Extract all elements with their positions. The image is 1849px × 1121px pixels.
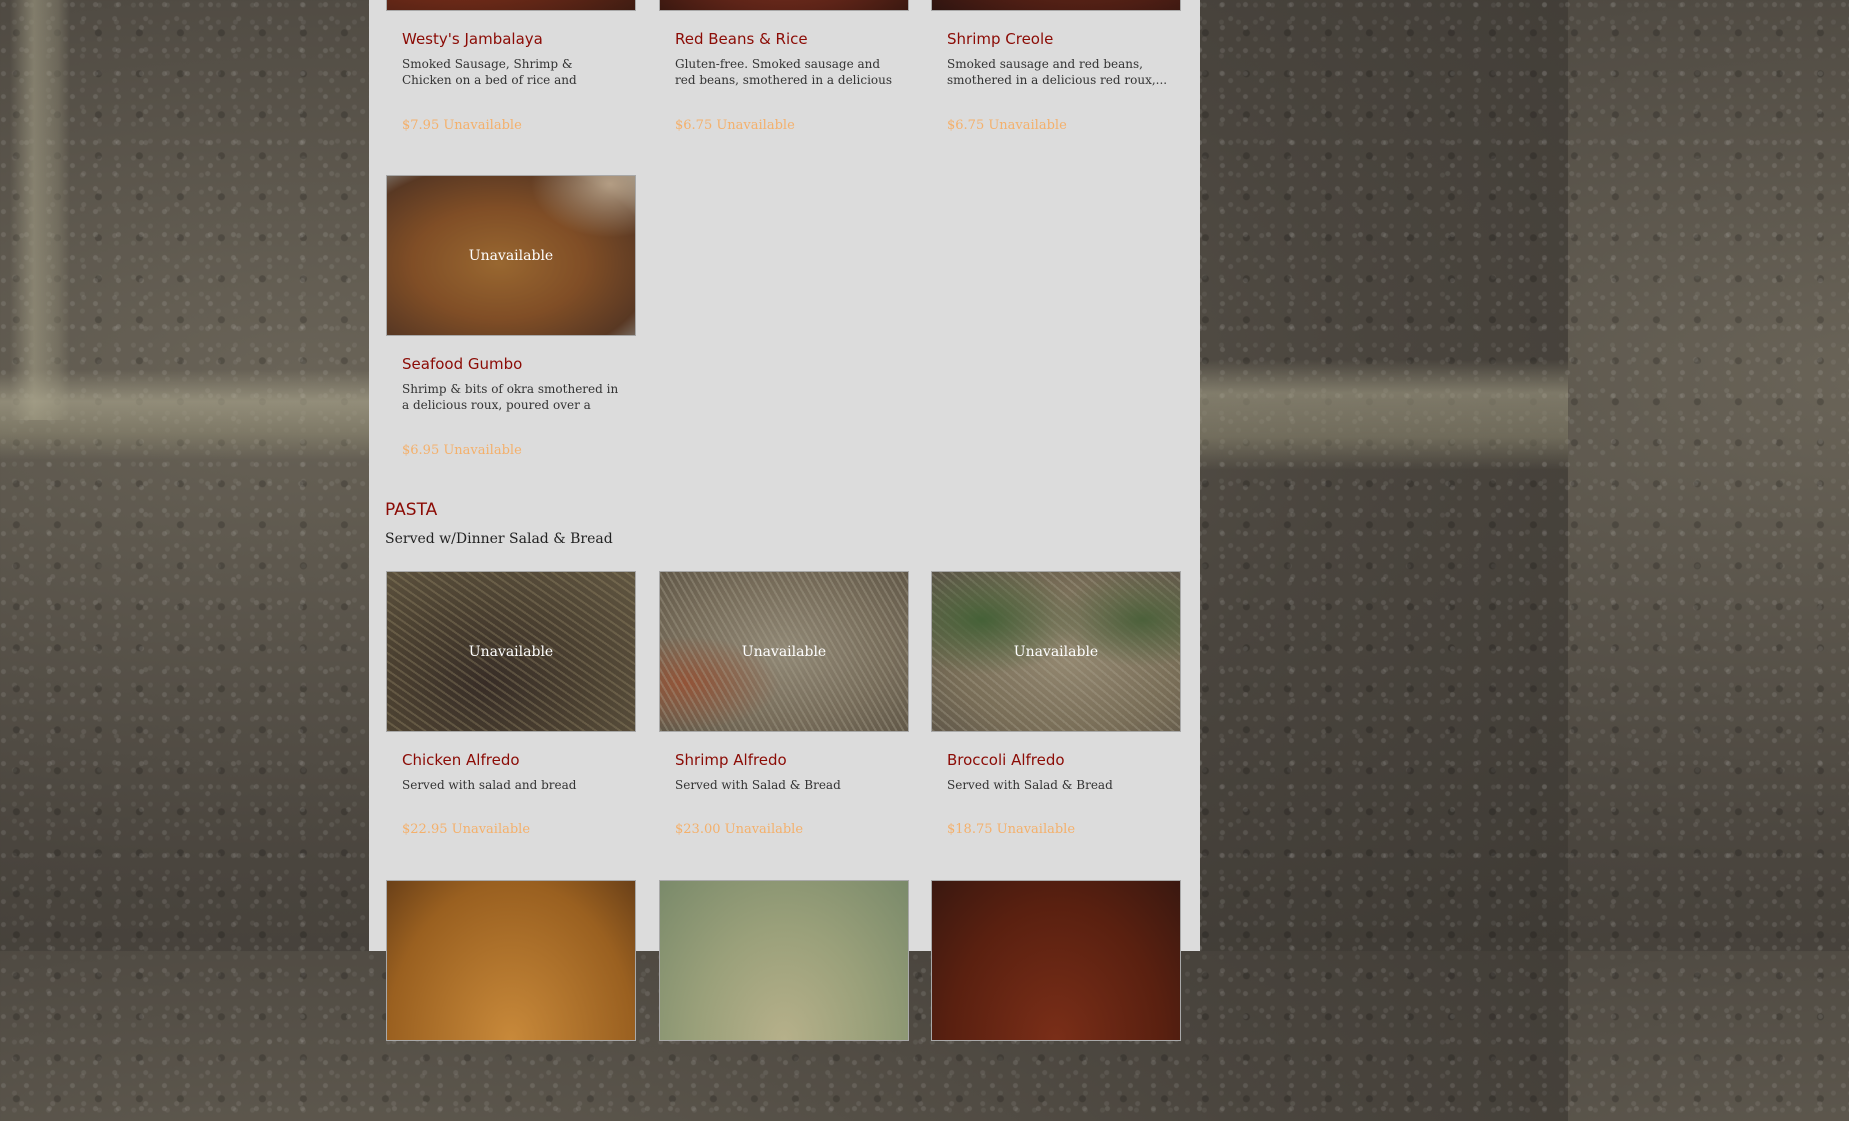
menu-item-description: Served with Salad & Bread [947,778,1113,792]
menu-item-price: $18.75 Unavailable [947,822,1076,837]
menu-item-image[interactable]: Unavailable [659,571,909,732]
menu-item-image[interactable] [931,0,1181,11]
menu-item-description: Smoked sausage and red beans, smothered … [947,57,1168,87]
menu-item-image[interactable] [931,880,1181,1041]
menu-item-description: Shrimp & bits of okra smothered in a del… [402,382,619,412]
menu-item-price: $6.75 Unavailable [947,118,1067,133]
menu-item-price: $6.75 Unavailable [675,118,795,133]
menu-item-price: $6.95 Unavailable [402,443,522,458]
menu-item-price: $22.95 Unavailable [402,822,531,837]
menu-item-image[interactable]: Unavailable [931,571,1181,732]
menu-item-title[interactable]: Shrimp Alfredo [675,751,787,769]
unavailable-label: Unavailable [468,247,554,264]
menu-item-title[interactable]: Chicken Alfredo [402,751,520,769]
menu-item-description: Served with salad and bread [402,778,577,792]
menu-item-image[interactable]: Unavailable [386,175,636,336]
menu-item-image[interactable]: Unavailable [386,571,636,732]
menu-item-image[interactable] [386,0,636,11]
menu-item-image[interactable] [659,0,909,11]
menu-item-description: Served with Salad & Bread [675,778,841,792]
menu-item-title[interactable]: Shrimp Creole [947,30,1053,48]
background-frame-vertical [10,0,70,420]
background-frame-left [0,370,369,460]
background-frame-right [1200,360,1568,470]
menu-item-title[interactable]: Red Beans & Rice [675,30,808,48]
menu-item-image[interactable] [386,880,636,1041]
menu-item-description: Smoked Sausage, Shrimp & Chicken on a be… [402,57,577,87]
menu-item-title[interactable]: Broccoli Alfredo [947,751,1065,769]
menu-item-description: Gluten-free. Smoked sausage and red bean… [675,57,893,87]
menu-item-price: $7.95 Unavailable [402,118,522,133]
menu-item-image[interactable] [659,880,909,1041]
menu-item-title[interactable]: Westy's Jambalaya [402,30,543,48]
section-subtitle: Served w/Dinner Salad & Bread [385,531,613,547]
menu-item-price: $23.00 Unavailable [675,822,804,837]
section-title: PASTA [385,500,438,520]
unavailable-label: Unavailable [1013,643,1099,660]
unavailable-label: Unavailable [468,643,554,660]
menu-item-title[interactable]: Seafood Gumbo [402,355,522,373]
unavailable-label: Unavailable [741,643,827,660]
